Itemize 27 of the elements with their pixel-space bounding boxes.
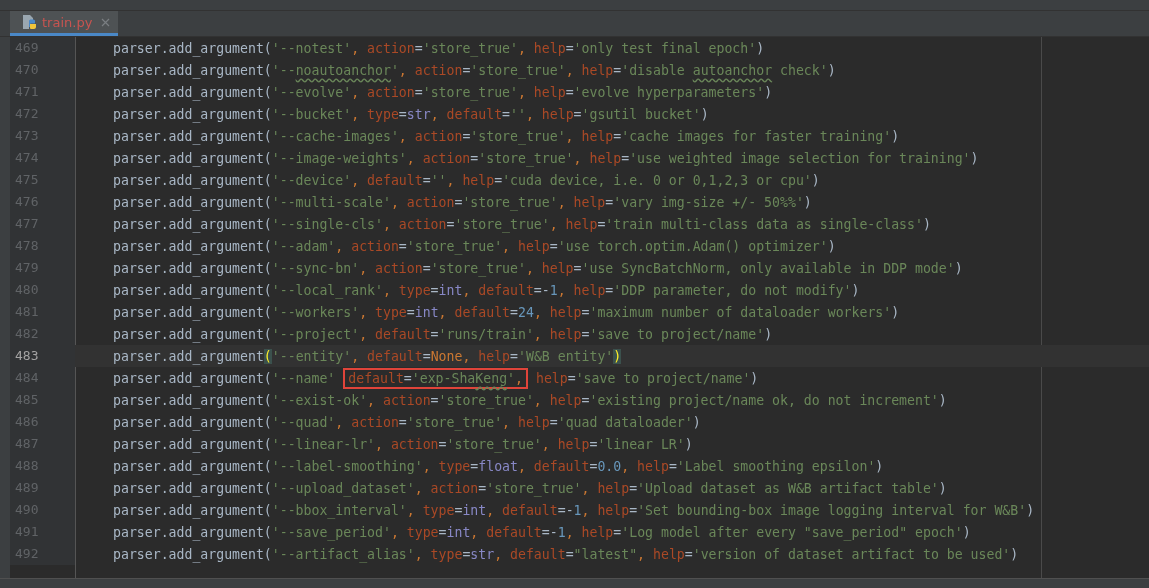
code-line: parser.add_argument('--name' default='exp-ShaKeng', help='save to project/name') — [75, 370, 759, 386]
code-line: parser.add_argument('--bbox_interval', type=int, default=-1, help='Set bounding-box image logging interval for W&B') — [112, 502, 1035, 518]
code-line: parser.add_argument('--quad', action='store_true', help='quad dataloader') — [112, 414, 701, 430]
code-line: parser.add_argument('--bucket', type=str, default='', help='gsutil bucket') — [112, 106, 709, 122]
code-line: parser.add_argument('--device', default='', help='cuda device, i.e. 0 or 0,1,2,3 or cpu') — [112, 172, 820, 188]
code-line: parser.add_argument('--project', default='runs/train', help='save to project/name') — [112, 326, 773, 342]
code-line: parser.add_argument('--upload_dataset', action='store_true', help='Upload dataset as W&B artifact table') — [112, 480, 947, 496]
code-line: parser.add_argument('--workers', type=int, default=24, help='maximum number of dataloader workers') — [112, 304, 900, 320]
code-line: parser.add_argument('--image-weights', action='store_true', help='use weighted image selection for training') — [112, 150, 979, 166]
close-icon[interactable] — [101, 17, 111, 27]
code-line: parser.add_argument('--artifact_alias', type=str, default="latest", help='version of dataset artifact to be used') — [112, 546, 1019, 562]
code-line: parser.add_argument('--linear-lr', action='store_true', help='linear LR') — [112, 436, 693, 452]
code-line: parser.add_argument('--cache-images', action='store_true', help='cache images for faster training') — [112, 128, 900, 144]
code-line: parser.add_argument('--local_rank', type=int, default=-1, help='DDP parameter, do not modify') — [112, 282, 860, 298]
code-line: parser.add_argument('--single-cls', action='store_true', help='train multi-class data as single-class') — [112, 216, 931, 232]
code-line: parser.add_argument('--noautoanchor', action='store_true', help='disable autoanchor check') — [112, 62, 836, 78]
code-line: parser.add_argument('--label-smoothing', type=float, default=0.0, help='Label smoothing epsilon') — [112, 458, 884, 474]
python-file-icon — [21, 14, 37, 30]
code-line: parser.add_argument('--entity', default=None, help='W&B entity') — [112, 348, 622, 364]
code-line: parser.add_argument('--exist-ok', action='store_true', help='existing project/name ok, do not increment') — [112, 392, 947, 408]
code-line: parser.add_argument('--evolve', action='store_true', help='evolve hyperparameters') — [112, 84, 773, 100]
code-line: parser.add_argument('--sync-bn', action='store_true', help='use SyncBatchNorm, only available in DDP mode') — [112, 260, 963, 276]
code-line: parser.add_argument('--notest', action='store_true', help='only test final epoch') — [112, 40, 765, 56]
code-line: parser.add_argument('--multi-scale', action='store_true', help='vary img-size +/- 50%%') — [112, 194, 812, 210]
code-line: parser.add_argument('--save_period', type=int, default=-1, help='Log model after every "save_period" epoch') — [112, 524, 971, 540]
file-tab[interactable]: train.py — [10, 11, 119, 36]
code-line: parser.add_argument('--adam', action='store_true', help='use torch.optim.Adam() optimizer') — [112, 238, 836, 254]
